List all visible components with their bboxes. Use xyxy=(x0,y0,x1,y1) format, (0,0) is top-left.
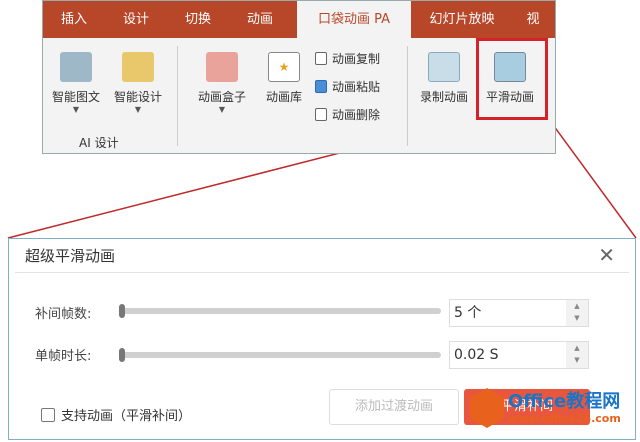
frames-slider-thumb[interactable] xyxy=(119,304,125,318)
anim-library-button[interactable]: ★ 动画库 xyxy=(257,52,311,105)
frames-slider[interactable] xyxy=(119,308,441,314)
spinner-arrows-icon[interactable]: ▲ ▼ xyxy=(566,342,588,368)
duration-slider-thumb[interactable] xyxy=(119,348,125,362)
frames-value: 5 个 xyxy=(454,305,482,321)
duration-slider[interactable] xyxy=(119,352,441,358)
group-ai-design: AI 设计 xyxy=(79,136,119,150)
label: 动画复制 xyxy=(332,52,381,66)
watermark: Office教程网 www.office26.com xyxy=(470,388,621,428)
star-icon: ★ xyxy=(268,52,300,82)
cube-icon xyxy=(206,52,238,82)
copy-animation-button[interactable]: 动画复制 xyxy=(315,50,380,67)
dialog-title: 超级平滑动画 xyxy=(15,239,629,273)
label: 智能设计 xyxy=(113,90,162,104)
delete-animation-button[interactable]: 动画删除 xyxy=(315,106,380,123)
tab-transitions[interactable]: 切换 xyxy=(167,1,229,38)
chevron-down-icon: ▼ xyxy=(134,105,142,114)
checkbox-icon xyxy=(41,407,55,422)
design-tools-icon xyxy=(122,52,154,82)
smart-design-button[interactable]: 智能设计 ▼ xyxy=(107,52,169,114)
label: 录制动画 xyxy=(419,90,468,104)
label: 动画库 xyxy=(265,90,302,104)
frames-spinner[interactable]: 5 个 ▲ ▼ xyxy=(449,299,589,327)
smart-graphic-icon xyxy=(60,52,92,82)
office-logo-icon xyxy=(470,388,504,428)
ribbon-tabs: 插入 设计 切换 动画 口袋动画 PA 幻灯片放映 视 xyxy=(43,1,555,38)
tab-animations[interactable]: 动画 xyxy=(229,1,291,38)
anim-box-button[interactable]: 动画盒子 ▼ xyxy=(189,52,255,114)
watermark-url: www.office26.com xyxy=(508,411,621,425)
spinner-arrows-icon[interactable]: ▲ ▼ xyxy=(566,300,588,326)
checkbox-label: 支持动画（平滑补间） xyxy=(61,409,192,424)
divider xyxy=(407,46,408,146)
chevron-down-icon: ▼ xyxy=(218,105,226,114)
divider xyxy=(177,46,178,146)
copy-icon xyxy=(315,52,327,65)
tab-insert[interactable]: 插入 xyxy=(43,1,105,38)
duration-spinner[interactable]: 0.02 S ▲ ▼ xyxy=(449,341,589,369)
highlight-box xyxy=(476,38,548,120)
paste-animation-button[interactable]: 动画粘贴 xyxy=(315,78,380,95)
chevron-down-icon: ▼ xyxy=(72,105,80,114)
tab-design[interactable]: 设计 xyxy=(105,1,167,38)
tab-slideshow[interactable]: 幻灯片放映 xyxy=(417,1,507,38)
frames-label: 补间帧数: xyxy=(35,307,92,322)
label: 动画粘贴 xyxy=(332,80,381,94)
tab-pocket-animation[interactable]: 口袋动画 PA xyxy=(297,1,411,38)
duration-label: 单帧时长: xyxy=(35,349,92,364)
label: 智能图文 xyxy=(51,90,100,104)
add-transition-button[interactable]: 添加过渡动画 xyxy=(329,389,459,425)
duration-value: 0.02 S xyxy=(454,347,499,363)
watermark-name: Office教程网 xyxy=(508,390,621,412)
tab-view[interactable]: 视 xyxy=(513,1,553,38)
paste-icon xyxy=(315,80,327,93)
label: 动画删除 xyxy=(332,108,381,122)
smart-graphic-button[interactable]: 智能图文 ▼ xyxy=(45,52,107,114)
support-animation-checkbox[interactable]: 支持动画（平滑补间） xyxy=(41,405,191,424)
record-animation-button[interactable]: 录制动画 xyxy=(413,52,475,105)
close-icon[interactable]: ✕ xyxy=(598,243,615,267)
label: 动画盒子 xyxy=(197,90,246,104)
record-icon xyxy=(428,52,460,82)
trash-icon xyxy=(315,108,327,121)
